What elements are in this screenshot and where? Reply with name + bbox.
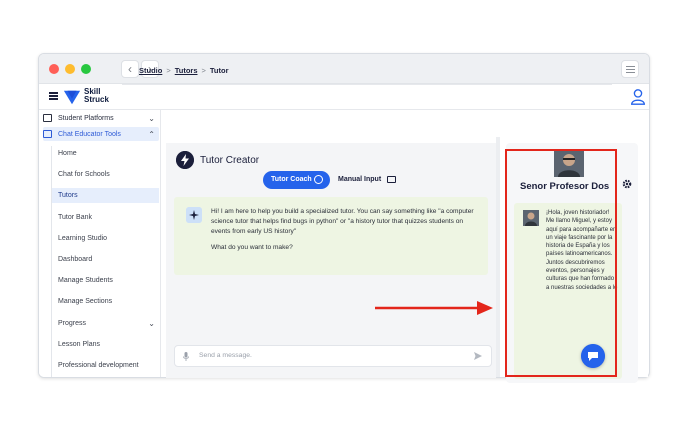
sidebar-item-progress[interactable]: Progress ⌄ <box>52 316 159 331</box>
maximize-window-button[interactable] <box>81 64 91 74</box>
form-icon <box>387 176 396 183</box>
sidebar-item-home[interactable]: Home <box>52 146 159 161</box>
microphone-icon[interactable] <box>183 352 189 361</box>
breadcrumb-studio[interactable]: Studio <box>139 66 162 75</box>
breadcrumb-separator: > <box>166 66 171 75</box>
manual-input-tab[interactable]: Manual Input <box>338 171 400 189</box>
send-icon[interactable] <box>473 351 483 361</box>
sidebar-item-tutors[interactable]: Tutors <box>52 188 159 204</box>
sidebar: Student Platforms ⌄ Chat Educator Tools … <box>39 110 161 377</box>
breadcrumb-current: Tutor <box>209 66 229 75</box>
sidebar-section-chat-educator-tools[interactable]: Chat Educator Tools ⌃ <box>43 127 159 141</box>
tutor-coach-tab[interactable]: Tutor Coach <box>263 171 330 189</box>
close-window-button[interactable] <box>49 64 59 74</box>
coach-message-text: Hi! I am here to help you build a specia… <box>211 208 474 251</box>
browser-menu-icon[interactable] <box>621 60 639 78</box>
bolt-icon <box>176 151 194 169</box>
back-button[interactable]: ‹ <box>121 60 139 78</box>
window-icon <box>43 114 52 122</box>
sidebar-item-manage-students[interactable]: Manage Students <box>52 273 159 288</box>
brand-name: Skill Struck <box>84 87 109 104</box>
message-input-placeholder: Send a message. <box>199 352 252 359</box>
tutor-creator-panel: Tutor Creator Tutor Coach Manual Input H… <box>166 143 496 378</box>
title-bar: ‹ › <box>39 54 649 84</box>
coach-message: Hi! I am here to help you build a specia… <box>174 197 488 275</box>
header-divider <box>122 84 612 85</box>
app-header: Skill Struck <box>39 84 649 110</box>
sidebar-item-learning-studio[interactable]: Learning Studio <box>52 231 159 246</box>
message-input[interactable]: Send a message. <box>174 345 492 367</box>
sidebar-item-lesson-plans[interactable]: Lesson Plans <box>52 337 159 352</box>
sidebar-item-manage-sections[interactable]: Manage Sections <box>52 294 159 309</box>
sidebar-item-professional-development[interactable]: Professional development <box>52 358 159 373</box>
sidebar-item-dashboard[interactable]: Dashboard <box>52 252 159 267</box>
sidebar-item-tutor-bank[interactable]: Tutor Bank <box>52 210 159 225</box>
chevron-up-icon: ⌃ <box>148 129 155 139</box>
sidebar-nav-list: Home Chat for Schools Tutors Tutor Bank … <box>51 146 159 377</box>
minimize-window-button[interactable] <box>65 64 75 74</box>
hamburger-menu-icon[interactable] <box>49 92 58 100</box>
highlight-box <box>505 149 617 377</box>
chevron-down-icon: ⌄ <box>148 318 155 328</box>
gear-icon[interactable] <box>622 179 632 189</box>
breadcrumb-separator: > <box>201 66 206 75</box>
breadcrumb: Studio > Tutors > Tutor <box>139 66 229 75</box>
skillstruck-logo <box>63 90 81 105</box>
tutor-creator-title: Tutor Creator <box>200 155 260 166</box>
sparkle-icon <box>186 207 202 223</box>
sidebar-section-student-platforms[interactable]: Student Platforms ⌄ <box>43 111 159 125</box>
user-profile-icon[interactable] <box>629 88 647 106</box>
breadcrumb-tutors[interactable]: Tutors <box>175 66 198 75</box>
sidebar-item-chat-for-schools[interactable]: Chat for Schools <box>52 167 159 182</box>
red-arrow-annotation <box>375 301 493 315</box>
chat-bubble-icon <box>314 175 323 184</box>
chevron-down-icon: ⌄ <box>148 113 155 123</box>
chat-tools-icon <box>43 130 52 138</box>
